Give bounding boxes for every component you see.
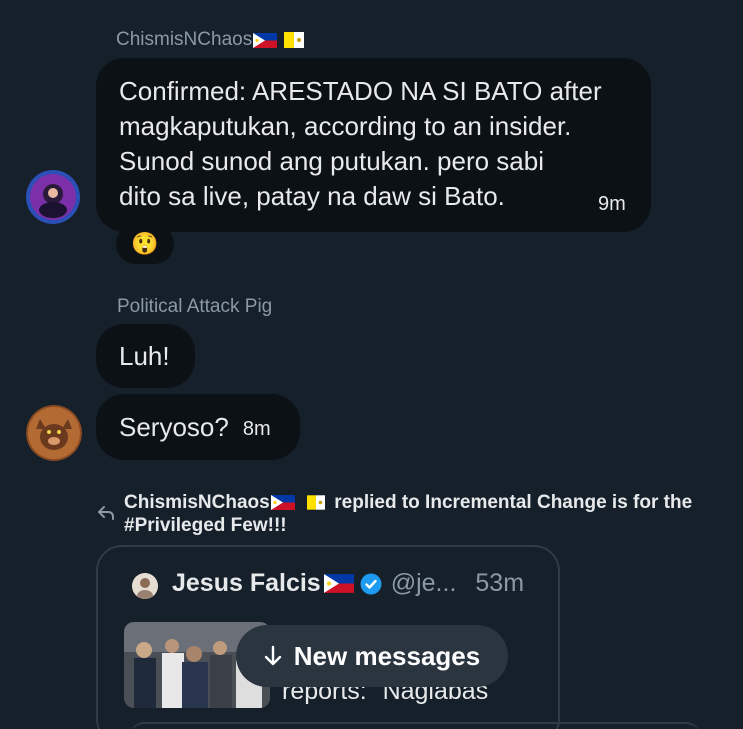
avatar[interactable] [26, 170, 80, 224]
reply-icon [96, 504, 116, 527]
new-messages-button[interactable]: New messages [236, 625, 508, 687]
post-time: 53m [475, 569, 525, 597]
arrow-down-icon [264, 645, 281, 666]
philippines-flag-icon [253, 32, 278, 48]
reply-sender: ChismisNChaos [124, 492, 270, 513]
message-line: magkaputukan, according to an insider. [119, 111, 572, 141]
author-name: Jesus Falcis [172, 569, 321, 597]
sender-name[interactable]: ChismisNChaos [116, 29, 305, 51]
verified-badge-icon [360, 573, 382, 594]
sender-name[interactable]: Political Attack Pig [117, 296, 272, 318]
avatar[interactable] [132, 573, 158, 599]
composer-edge [130, 722, 700, 729]
reaction-badge[interactable]: 😲 [116, 224, 174, 264]
message-timestamp: 8m [242, 417, 271, 440]
chismis-avatar-icon [26, 170, 80, 224]
new-messages-label: New messages [293, 640, 481, 671]
philippines-flag-icon [270, 495, 295, 511]
quoted-author[interactable]: Jesus Falcis @je... 53m [172, 569, 524, 598]
reply-context[interactable]: ChismisNChaos replied to Incremental Cha… [124, 491, 724, 537]
avatar[interactable] [26, 405, 82, 461]
message-text: Luh! [119, 340, 170, 371]
message-line: Sunod sunod ang putukan. pero sabi [119, 146, 545, 176]
message-line: dito sa live, patay na daw si Bato. [119, 181, 505, 211]
sender-name-text: ChismisNChaos [116, 29, 253, 50]
vatican-flag-icon [306, 495, 325, 511]
pig-avatar-icon [26, 405, 82, 461]
philippines-flag-icon [323, 574, 354, 593]
profile-avatar-icon [132, 573, 158, 599]
message-timestamp: 9m [598, 193, 626, 215]
message-bubble[interactable]: Confirmed: ARESTADO NA SI BATO after mag… [96, 58, 651, 232]
reply-text: replied to Incremental Change is for the [334, 492, 693, 513]
message-line: Confirmed: ARESTADO NA SI BATO after [119, 76, 602, 106]
chat-view: ChismisNChaos Confirmed: ARESTADO NA SI … [0, 0, 743, 729]
message-bubble[interactable]: Seryoso? 8m [96, 394, 300, 460]
author-handle: @je... [390, 569, 457, 597]
message-text: Seryoso? [119, 411, 229, 442]
reply-text-line2: #Privileged Few!!! [124, 515, 287, 536]
astonished-emoji-icon: 😲 [131, 231, 159, 256]
message-bubble[interactable]: Luh! [96, 324, 195, 388]
vatican-flag-icon [284, 32, 305, 48]
